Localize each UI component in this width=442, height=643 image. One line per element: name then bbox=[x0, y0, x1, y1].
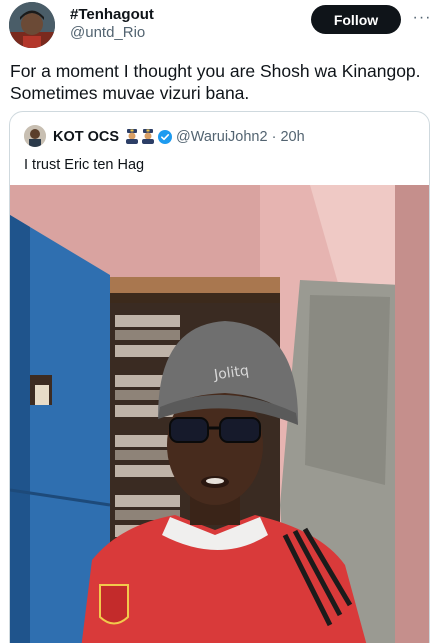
quoted-handle-time[interactable]: @WaruiJohn2 · 20h bbox=[176, 129, 305, 145]
author-name[interactable]: #Tenhagout bbox=[70, 6, 154, 23]
more-options-icon[interactable]: ··· bbox=[410, 8, 434, 28]
verified-badge-icon bbox=[158, 130, 172, 144]
police-officer-emoji-icon bbox=[125, 128, 139, 144]
quoted-tweet[interactable]: KOT OCS @WaruiJohn2 · 20h I trust Eric t… bbox=[9, 111, 430, 643]
tweet-text: For a moment I thought you are Shosh wa … bbox=[10, 61, 421, 103]
quoted-tweet-text: I trust Eric ten Hag bbox=[24, 157, 145, 173]
tweet-header: #Tenhagout @untd_Rio Follow ··· bbox=[0, 0, 442, 50]
quoted-author-avatar[interactable] bbox=[24, 125, 46, 147]
quoted-author-name[interactable]: KOT OCS bbox=[53, 129, 119, 145]
follow-button[interactable]: Follow bbox=[311, 5, 401, 34]
author-avatar[interactable] bbox=[9, 2, 55, 48]
quoted-tweet-photo[interactable]: Jolitq bbox=[10, 185, 429, 643]
author-handle[interactable]: @untd_Rio bbox=[70, 24, 145, 41]
quoted-tweet-header: KOT OCS @WaruiJohn2 · 20h I trust Eric t… bbox=[10, 112, 429, 182]
police-officer-emoji-icon bbox=[141, 128, 155, 144]
